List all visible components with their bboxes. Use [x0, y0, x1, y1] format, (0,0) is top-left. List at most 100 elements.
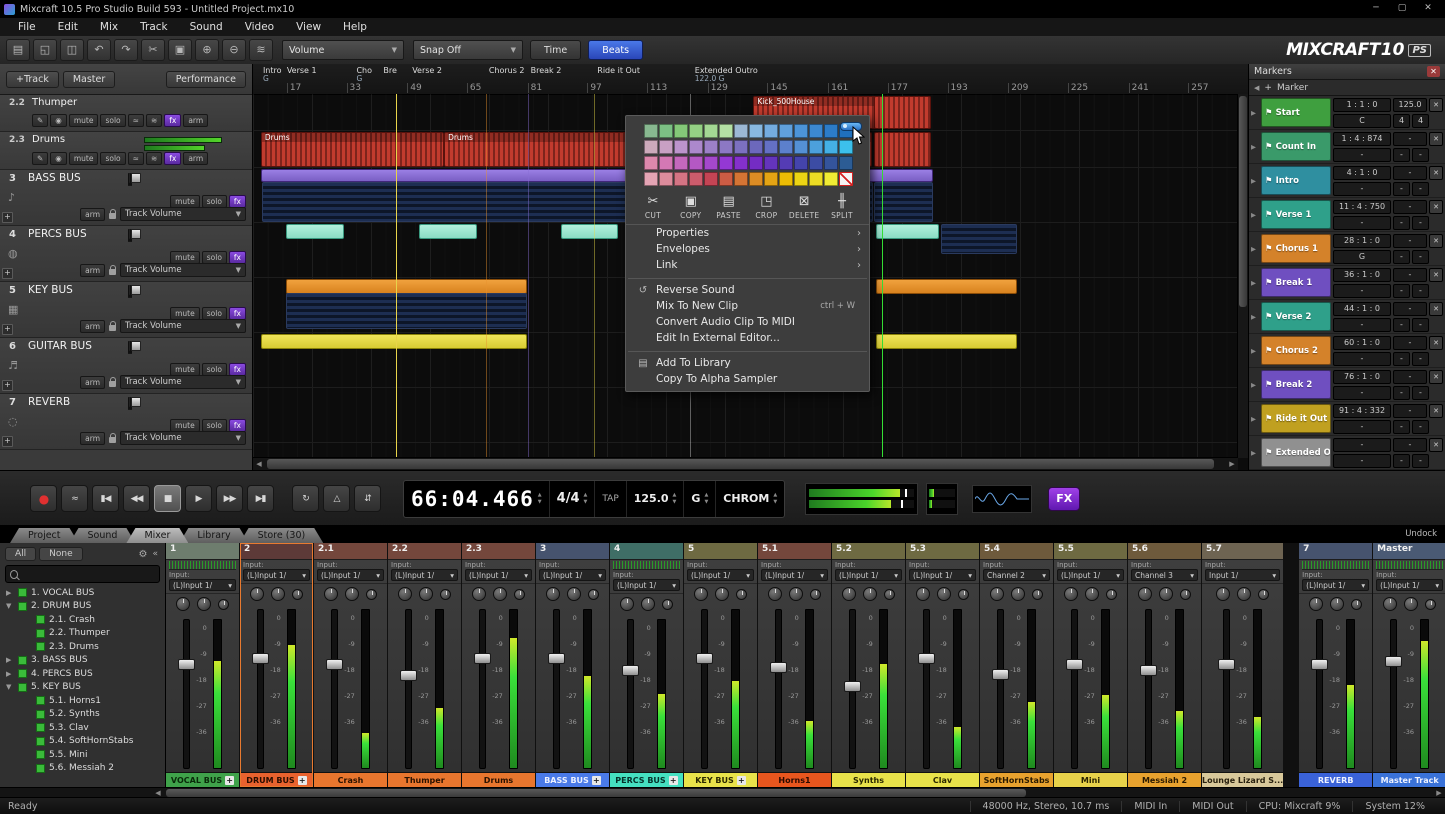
volume-fader[interactable]	[479, 609, 486, 769]
mixer-strip[interactable]: 5.3 Input: (L)Input 1/ ▾	[906, 543, 979, 787]
color-swatch[interactable]	[659, 172, 673, 186]
input-dropdown[interactable]: (L)Input 1/ ▾	[539, 569, 606, 581]
menu-item[interactable]: File	[8, 20, 46, 34]
play-from-marker-icon[interactable]: ▶	[1251, 268, 1259, 297]
strip-name[interactable]: Drums +	[462, 772, 535, 787]
tree-item[interactable]: ▶ 3. BASS BUS	[0, 654, 165, 668]
pan-knob[interactable]	[789, 587, 803, 601]
marker-tempo[interactable]: -	[1393, 438, 1427, 452]
audio-clip[interactable]	[876, 224, 939, 239]
strip-name[interactable]: Synths +	[832, 772, 905, 787]
tree-item[interactable]: 2.3. Drums	[0, 640, 165, 654]
color-swatch[interactable]	[749, 140, 763, 154]
arm-button[interactable]: arm	[80, 376, 105, 389]
monitor-icon[interactable]: ◉	[50, 152, 67, 165]
color-swatch[interactable]	[794, 172, 808, 186]
send-knob[interactable]	[588, 589, 599, 600]
color-swatch[interactable]	[839, 172, 853, 186]
eq-knob[interactable]	[472, 587, 486, 601]
marker-meter-bottom[interactable]: -	[1412, 454, 1429, 468]
eq-knob[interactable]	[398, 587, 412, 601]
send-knob[interactable]	[810, 589, 821, 600]
send-knob[interactable]	[1351, 599, 1362, 610]
clip-action-button[interactable]: ▣ COPY	[674, 194, 708, 220]
scroll-left-icon[interactable]: ◀	[253, 458, 265, 470]
fader-handle[interactable]	[992, 669, 1009, 680]
color-swatch[interactable]	[764, 172, 778, 186]
fader-handle[interactable]	[1218, 659, 1235, 670]
undock-button[interactable]: Undock	[1397, 529, 1445, 539]
pan-knob[interactable]	[715, 587, 729, 601]
color-swatch[interactable]	[839, 156, 853, 170]
scroll-right-icon[interactable]: ▶	[1226, 458, 1238, 470]
marker-meter-bottom[interactable]: -	[1412, 420, 1429, 434]
lock-icon[interactable]	[109, 325, 116, 331]
menu-item[interactable]: Track	[130, 20, 177, 34]
track-header[interactable]: 2.2 Thumper ✎ ◉ mute solo ≈ ≋ fx arm	[0, 95, 252, 132]
solo-button[interactable]: solo	[100, 152, 125, 165]
strip-number[interactable]: 5.5	[1054, 543, 1127, 560]
color-swatch[interactable]	[809, 140, 823, 154]
context-menu-item[interactable]: Convert Audio Clip To MIDI	[626, 314, 869, 330]
eq-knob[interactable]	[842, 587, 856, 601]
bottom-tab[interactable]: Sound	[70, 528, 136, 543]
marker-time[interactable]: -	[1333, 438, 1391, 452]
marker-tempo[interactable]: -	[1393, 336, 1427, 350]
audio-clip[interactable]	[941, 224, 1018, 254]
color-swatch[interactable]	[704, 124, 718, 138]
marker-row[interactable]: ▶ ⚑ Break 2 76 : 1 : 0 - ✕ - -	[1249, 368, 1445, 402]
pan-slider[interactable]	[130, 341, 132, 354]
mixer-strip[interactable]: 2.2 Input: (L)Input 1/ ▾	[388, 543, 461, 787]
arm-button[interactable]: arm	[80, 264, 105, 277]
clip-action-button[interactable]: ◳ CROP	[749, 194, 783, 220]
pan-knob[interactable]	[197, 597, 211, 611]
automation-param-dropdown[interactable]: Track Volume ▼	[120, 431, 246, 445]
expander-icon[interactable]: ▼	[6, 683, 14, 691]
fader-handle[interactable]	[1140, 665, 1157, 676]
marker-key[interactable]: -	[1333, 454, 1391, 468]
pan-slider[interactable]	[130, 397, 132, 410]
strip-number[interactable]: 7	[1299, 543, 1372, 560]
track-name[interactable]: REVERB	[28, 396, 70, 408]
strip-name[interactable]: PERCS BUS +	[610, 772, 683, 787]
fader-handle[interactable]	[252, 653, 269, 664]
strip-name[interactable]: Lounge Lizard S... +	[1202, 772, 1283, 787]
color-swatch[interactable]	[794, 156, 808, 170]
color-swatch[interactable]	[674, 140, 688, 154]
marker-meter-bottom[interactable]: -	[1412, 250, 1429, 264]
marker-time[interactable]: 36 : 1 : 0	[1333, 268, 1391, 282]
audio-clip[interactable]	[286, 279, 526, 294]
tree-item[interactable]: 5.4. SoftHornStabs	[0, 735, 165, 749]
tree-item[interactable]: ▼ 5. KEY BUS	[0, 681, 165, 695]
marker-tempo[interactable]: -	[1393, 404, 1427, 418]
pan-knob[interactable]	[271, 587, 285, 601]
context-menu-item[interactable]: Copy To Alpha Sampler	[626, 371, 869, 387]
filter-all-button[interactable]: All	[5, 547, 36, 561]
arrange-hscrollbar[interactable]: ◀ ▶	[253, 457, 1238, 470]
collapse-icon[interactable]: ◀	[1254, 84, 1259, 92]
solo-button[interactable]: solo	[100, 114, 125, 127]
go-to-start[interactable]: ▮◀	[92, 485, 119, 512]
monitor-icon[interactable]: ◉	[50, 114, 67, 127]
master-fx-button[interactable]: FX	[1048, 487, 1080, 511]
volume-fader[interactable]	[331, 609, 338, 769]
arm-button[interactable]: arm	[80, 208, 105, 221]
fader-handle[interactable]	[1385, 656, 1402, 667]
strip-number[interactable]: 3	[536, 543, 609, 560]
lock-icon[interactable]	[109, 381, 116, 387]
delete-marker-icon[interactable]: ✕	[1429, 234, 1443, 248]
marker-key[interactable]: G	[1333, 250, 1391, 264]
mix-down-icon[interactable]: ≋	[249, 39, 273, 61]
audio-clip[interactable]	[286, 293, 526, 329]
track-header[interactable]: + 3 BASS BUS ♪ mute solo fx arm	[0, 170, 252, 226]
marker-meter-top[interactable]: -	[1393, 284, 1410, 298]
track-name[interactable]: KEY BUS	[28, 284, 73, 296]
volume-dropdown[interactable]: Volume▼	[282, 40, 404, 60]
color-swatch[interactable]	[704, 156, 718, 170]
record[interactable]: ●	[30, 485, 57, 512]
collapse-panel-icon[interactable]: «	[150, 549, 160, 559]
marker-row[interactable]: ▶ ⚑ Start 1 : 1 : 0 125.0 ✕ C 4	[1249, 96, 1445, 130]
play-from-marker-icon[interactable]: ▶	[1251, 370, 1259, 399]
send-knob[interactable]	[218, 599, 229, 610]
marker-time[interactable]: 44 : 1 : 0	[1333, 302, 1391, 316]
